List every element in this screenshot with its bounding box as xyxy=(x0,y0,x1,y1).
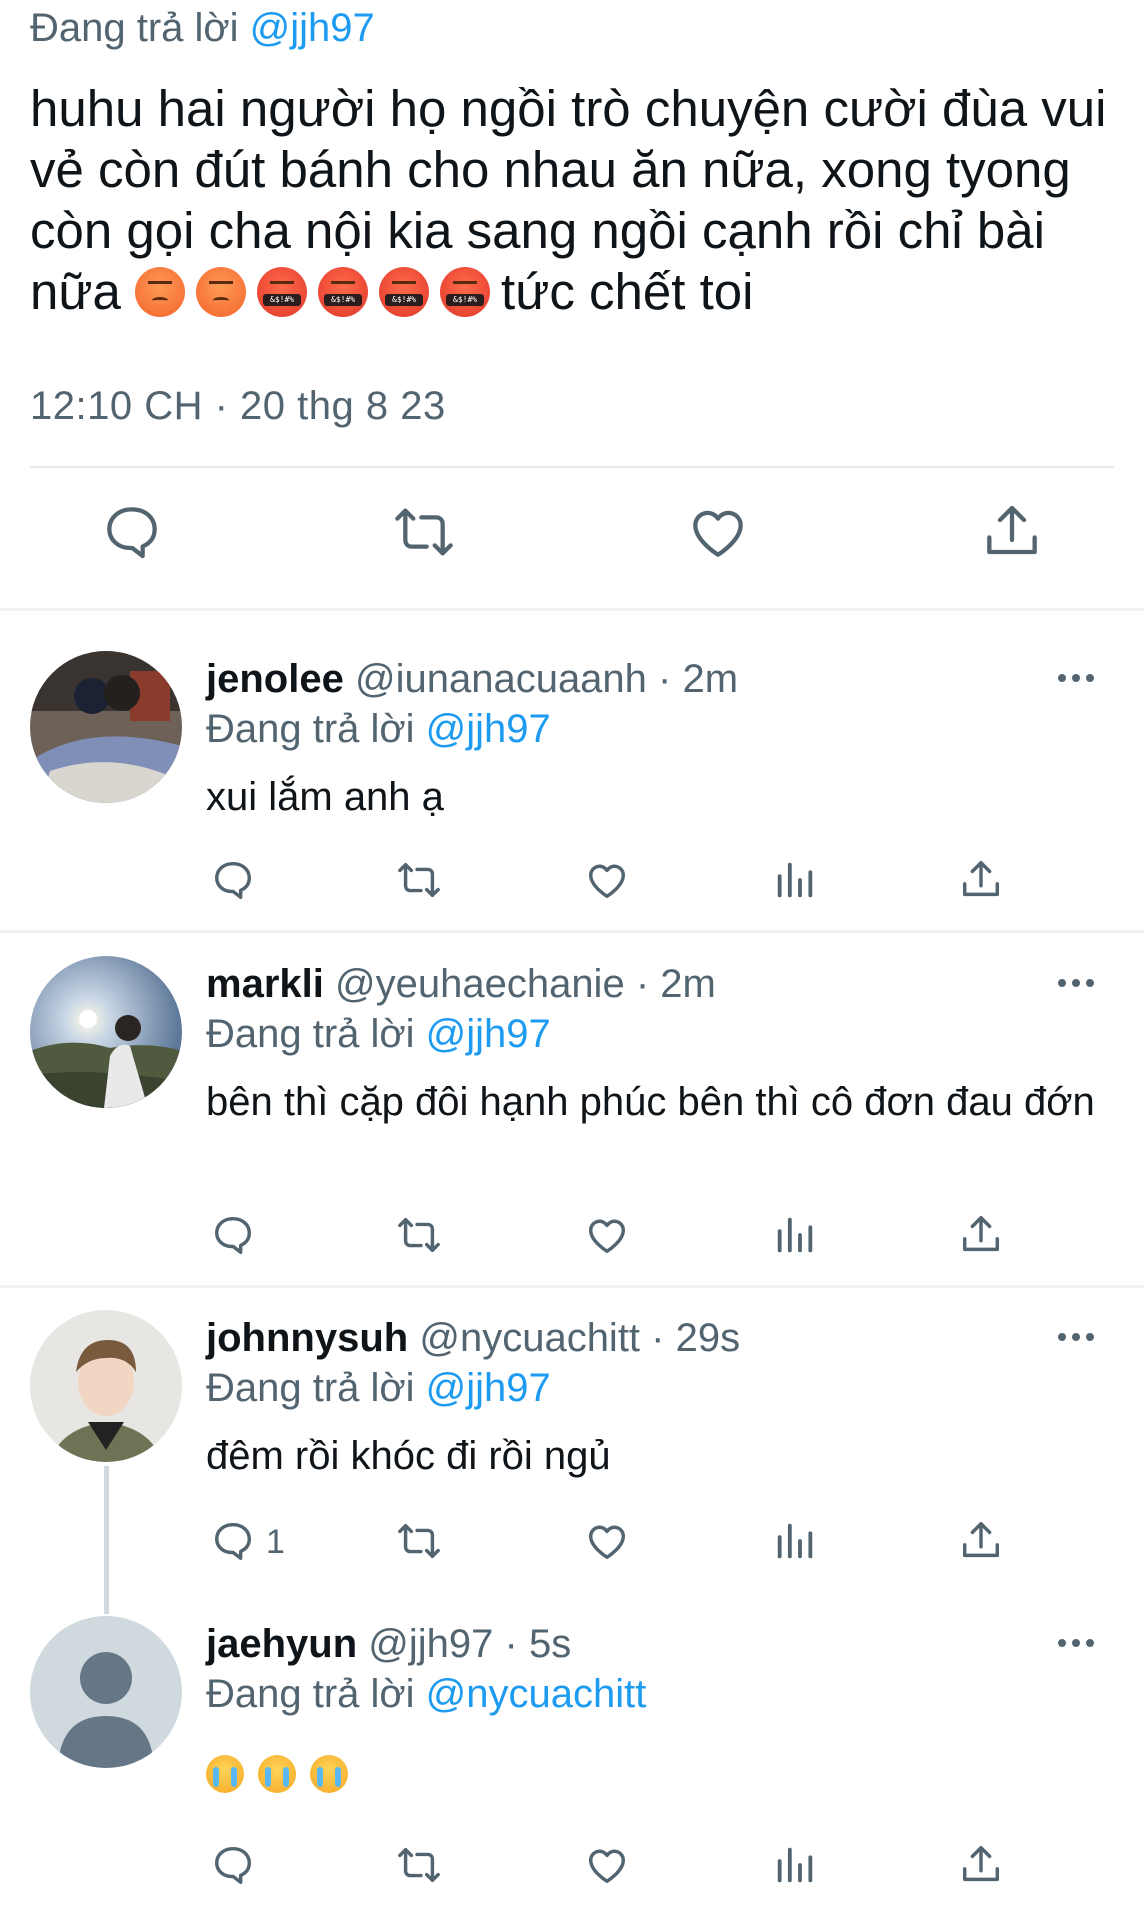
like-icon[interactable] xyxy=(584,857,630,903)
like-icon[interactable] xyxy=(686,500,750,564)
angry-face-icon xyxy=(196,267,247,317)
separator xyxy=(0,1285,1144,1288)
loudly-crying-face-icon xyxy=(258,1755,296,1793)
reply-time: · 2m xyxy=(658,657,739,701)
separator xyxy=(0,930,1144,933)
reply-header: markli @yeuhaechanie · 2m xyxy=(206,958,716,1010)
replying-label: Đang trả lời xyxy=(206,1012,415,1056)
reply-count: 1 xyxy=(266,1523,285,1561)
retweet-icon[interactable] xyxy=(396,1212,442,1258)
reply-text: đêm rồi khóc đi rồi ngủ xyxy=(206,1434,611,1478)
cursing-face-icon: &$!#% xyxy=(318,267,369,317)
loudly-crying-face-icon xyxy=(310,1755,348,1793)
reply-icon[interactable] xyxy=(210,1842,256,1888)
reply-header: jenolee @iunanacuaanh · 2m xyxy=(206,653,738,705)
share-icon[interactable] xyxy=(958,1518,1004,1564)
retweet-icon[interactable] xyxy=(396,857,442,903)
retweet-icon[interactable] xyxy=(392,500,456,564)
replying-label: Đang trả lời xyxy=(206,707,415,751)
user-handle[interactable]: @jjh97 xyxy=(368,1622,493,1666)
reply-header: johnnysuh @nycuachitt · 29s xyxy=(206,1312,740,1364)
display-name[interactable]: johnnysuh xyxy=(206,1316,408,1360)
reply-text: xui lắm anh ạ xyxy=(206,775,444,819)
reply-item[interactable]: jenolee @iunanacuaanh · 2m Đang trả lời … xyxy=(0,651,1144,921)
reply-action-bar xyxy=(0,1842,1144,1902)
replying-handle-link[interactable]: @jjh97 xyxy=(426,1012,551,1056)
display-name[interactable]: markli xyxy=(206,962,324,1006)
divider xyxy=(30,466,1114,468)
cursing-face-icon: &$!#% xyxy=(257,267,308,317)
share-icon[interactable] xyxy=(980,500,1044,564)
share-icon[interactable] xyxy=(958,1212,1004,1258)
replying-label: Đang trả lời xyxy=(206,1672,415,1716)
cursing-face-icon: &$!#% xyxy=(379,267,430,317)
analytics-icon[interactable] xyxy=(772,1518,818,1564)
main-tweet-text: huhu hai người họ ngồi trò chuyện cười đ… xyxy=(30,78,1120,322)
reply-emoji-text xyxy=(206,1754,1106,1806)
reply-icon[interactable] xyxy=(210,1212,256,1258)
share-icon[interactable] xyxy=(958,1842,1004,1888)
more-options-icon[interactable] xyxy=(1058,974,1102,988)
more-options-icon[interactable] xyxy=(1058,1634,1102,1648)
reply-action-bar xyxy=(0,857,1144,917)
analytics-icon[interactable] xyxy=(772,1842,818,1888)
main-tweet-tail: tức chết toi xyxy=(501,263,754,320)
user-handle[interactable]: @nycuachitt xyxy=(419,1316,640,1360)
reply-icon[interactable] xyxy=(100,500,164,564)
reply-action-bar xyxy=(0,1212,1144,1272)
reply-time: · 5s xyxy=(504,1622,572,1666)
like-icon[interactable] xyxy=(584,1212,630,1258)
reply-icon[interactable] xyxy=(210,857,256,903)
replying-to: Đang trả lời @jjh97 xyxy=(206,703,551,755)
replying-to: Đang trả lời @nycuachitt xyxy=(206,1668,646,1720)
reply-item[interactable]: jaehyun @jjh97 · 5s Đang trả lời @nycuac… xyxy=(0,1616,1144,1916)
replying-handle-link[interactable]: @jjh97 xyxy=(250,6,375,50)
separator xyxy=(0,608,1144,611)
tweet-timestamp: 12:10 CH · 20 thg 8 23 xyxy=(30,384,446,428)
reply-time: · 29s xyxy=(651,1316,741,1360)
replying-handle-link[interactable]: @nycuachitt xyxy=(426,1672,647,1716)
replying-label: Đang trả lời xyxy=(206,1366,415,1410)
analytics-icon[interactable] xyxy=(772,857,818,903)
user-handle[interactable]: @iunanacuaanh xyxy=(355,657,647,701)
main-replying-to: Đang trả lời @jjh97 xyxy=(30,2,375,54)
replying-to: Đang trả lời @jjh97 xyxy=(206,1008,551,1060)
user-handle[interactable]: @yeuhaechanie xyxy=(335,962,625,1006)
retweet-icon[interactable] xyxy=(396,1518,442,1564)
display-name[interactable]: jaehyun xyxy=(206,1622,357,1666)
reply-item[interactable]: johnnysuh @nycuachitt · 29s Đang trả lời… xyxy=(0,1310,1144,1610)
avatar[interactable] xyxy=(30,651,182,803)
reply-text: bên thì cặp đôi hạnh phúc bên thì cô đơn… xyxy=(206,1080,1095,1124)
like-icon[interactable] xyxy=(584,1518,630,1564)
default-avatar-icon[interactable] xyxy=(30,1616,182,1768)
more-options-icon[interactable] xyxy=(1058,669,1102,683)
like-icon[interactable] xyxy=(584,1842,630,1888)
replying-label: Đang trả lời xyxy=(30,6,239,50)
reply-action-bar: 1 xyxy=(0,1518,1144,1578)
reply-item[interactable]: markli @yeuhaechanie · 2m Đang trả lời @… xyxy=(0,956,1144,1276)
replying-handle-link[interactable]: @jjh97 xyxy=(426,1366,551,1410)
reply-icon[interactable] xyxy=(210,1518,256,1564)
avatar[interactable] xyxy=(30,956,182,1108)
avatar[interactable] xyxy=(30,1310,182,1462)
reply-time: · 2m xyxy=(635,962,716,1006)
replying-handle-link[interactable]: @jjh97 xyxy=(426,707,551,751)
main-action-bar xyxy=(0,500,1144,580)
share-icon[interactable] xyxy=(958,857,1004,903)
replying-to: Đang trả lời @jjh97 xyxy=(206,1362,551,1414)
retweet-icon[interactable] xyxy=(396,1842,442,1888)
cursing-face-icon: &$!#% xyxy=(440,267,491,317)
angry-face-icon xyxy=(135,267,186,317)
loudly-crying-face-icon xyxy=(206,1755,244,1793)
analytics-icon[interactable] xyxy=(772,1212,818,1258)
more-options-icon[interactable] xyxy=(1058,1328,1102,1342)
display-name[interactable]: jenolee xyxy=(206,657,344,701)
reply-header: jaehyun @jjh97 · 5s xyxy=(206,1618,571,1670)
